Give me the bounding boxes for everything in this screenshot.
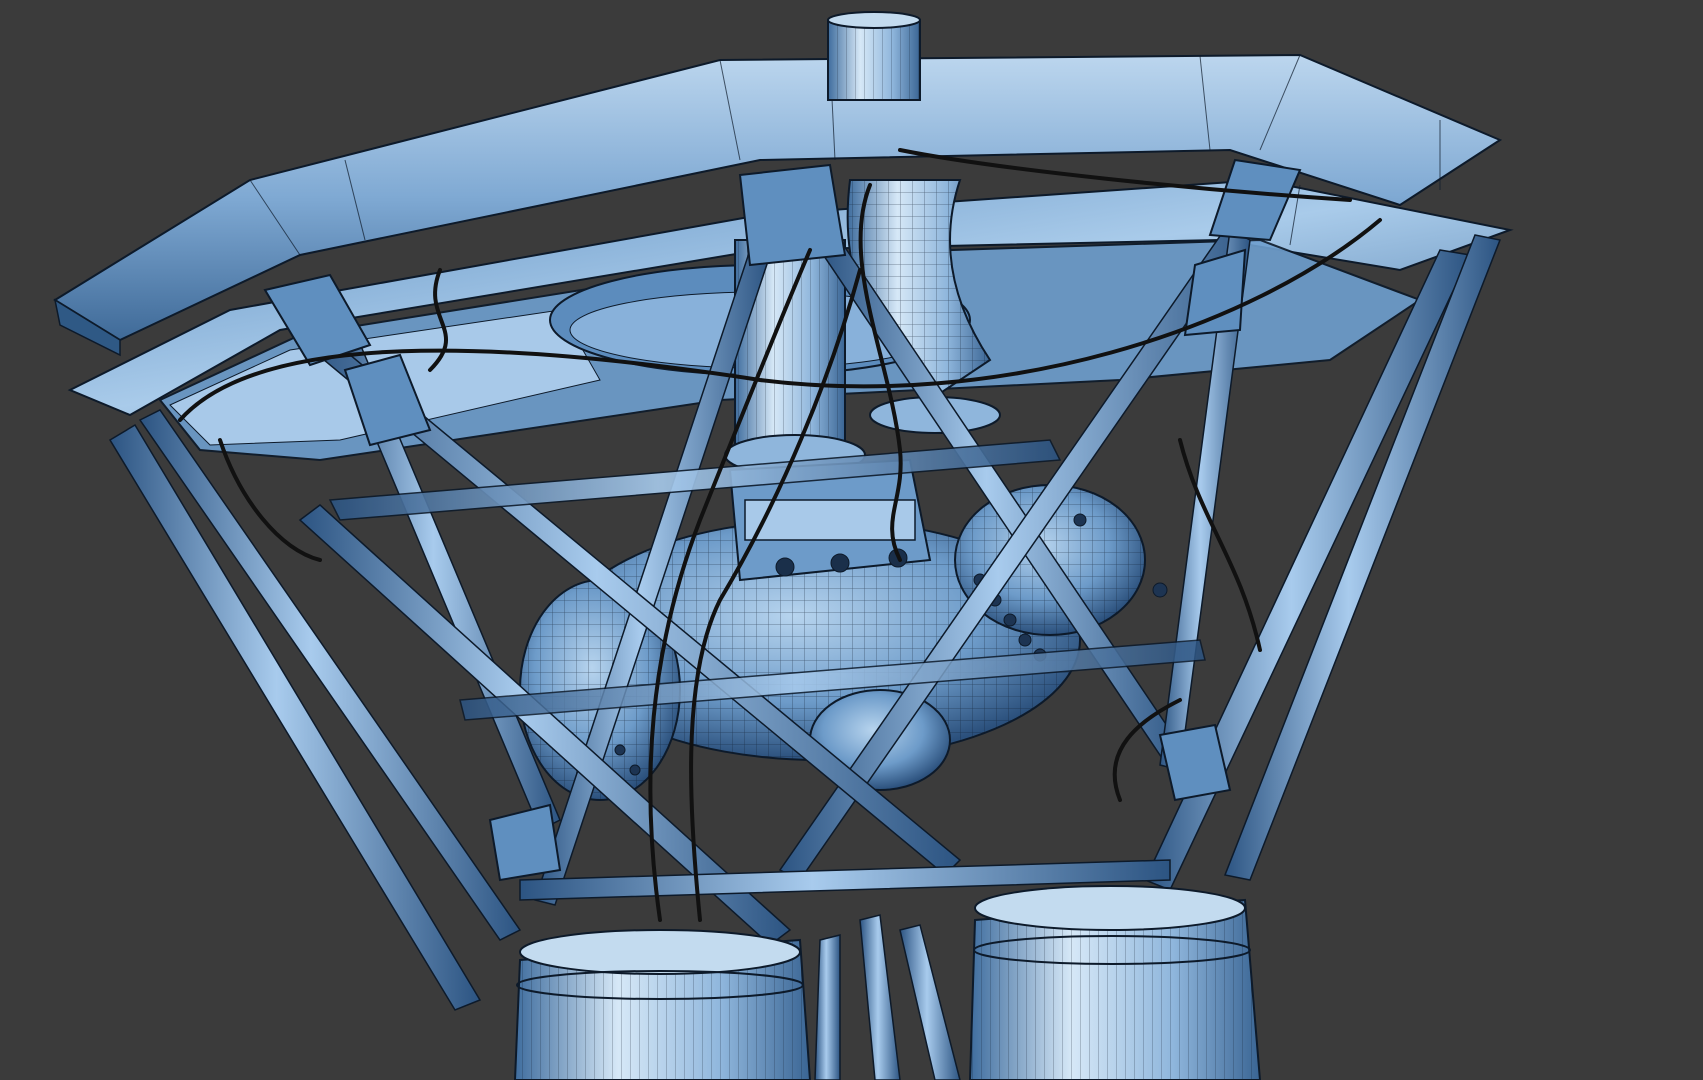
left-nozzle	[513, 929, 812, 1080]
3d-viewport[interactable]	[0, 0, 1703, 1080]
engine-model-render	[53, 11, 1514, 1080]
center-feed-lines	[814, 914, 961, 1080]
top-exhaust-pipe	[827, 11, 921, 101]
right-nozzle	[968, 885, 1262, 1080]
